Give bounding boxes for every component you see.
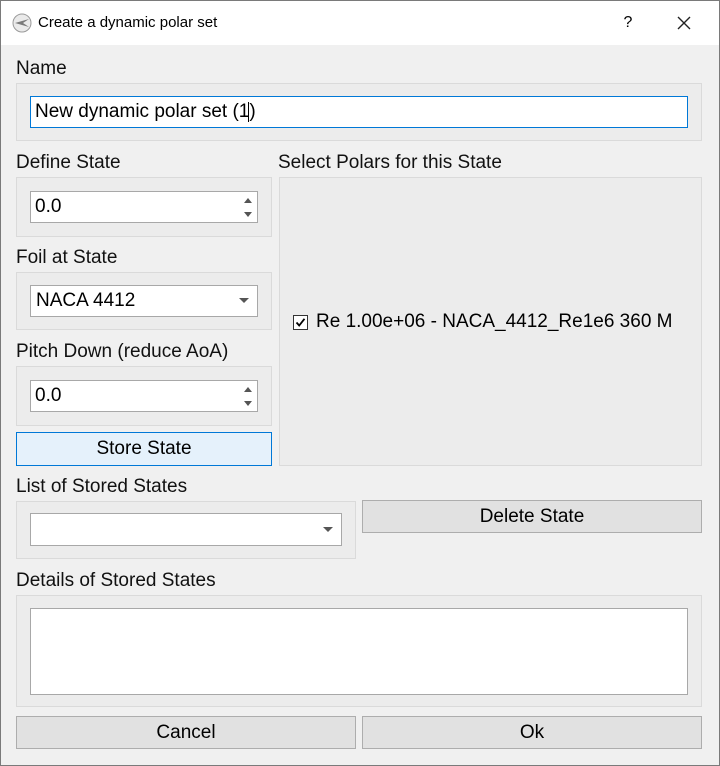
pitch-down-label: Pitch Down (reduce AoA) bbox=[16, 341, 229, 362]
select-polars-label: Select Polars for this State bbox=[278, 152, 502, 173]
foil-at-state-label: Foil at State bbox=[16, 247, 118, 268]
window-title: Create a dynamic polar set bbox=[38, 14, 218, 31]
chevron-down-icon bbox=[323, 526, 333, 532]
spin-up-icon bbox=[244, 386, 252, 392]
pitch-down-value: 0.0 bbox=[35, 385, 62, 406]
name-input-text-tail: ) bbox=[249, 101, 256, 122]
stored-states-label: List of Stored States bbox=[16, 476, 188, 497]
close-button[interactable] bbox=[669, 9, 699, 37]
ok-button[interactable]: Ok bbox=[362, 716, 702, 749]
spin-up-button[interactable] bbox=[240, 193, 256, 207]
spin-down-icon bbox=[244, 400, 252, 406]
define-state-spinbox[interactable]: 0.0 bbox=[30, 191, 258, 223]
details-textarea[interactable] bbox=[30, 608, 688, 695]
help-button[interactable]: ? bbox=[615, 9, 641, 37]
spin-up-button[interactable] bbox=[240, 382, 256, 396]
details-label: Details of Stored States bbox=[16, 570, 216, 591]
polar-checkbox[interactable] bbox=[293, 314, 308, 330]
define-state-spin-buttons bbox=[240, 193, 256, 221]
stored-states-select[interactable] bbox=[30, 513, 342, 546]
define-state-label: Define State bbox=[16, 152, 121, 173]
cancel-button[interactable]: Cancel bbox=[16, 716, 356, 749]
pitch-down-spin-buttons bbox=[240, 382, 256, 410]
pitch-down-spinbox[interactable]: 0.0 bbox=[30, 380, 258, 412]
name-label: Name bbox=[16, 58, 67, 79]
delete-state-button[interactable]: Delete State bbox=[362, 500, 702, 533]
foil-select[interactable]: NACA 4412 bbox=[30, 285, 258, 317]
define-state-value: 0.0 bbox=[35, 196, 62, 217]
close-icon bbox=[677, 16, 691, 30]
name-input[interactable]: New dynamic polar set (1) bbox=[30, 96, 688, 128]
dialog-window: Create a dynamic polar set ? Name New dy… bbox=[0, 0, 720, 766]
foil-select-value: NACA 4412 bbox=[36, 290, 136, 311]
app-icon bbox=[12, 13, 32, 33]
spin-up-icon bbox=[244, 197, 252, 203]
name-input-text: New dynamic polar set (1 bbox=[35, 101, 250, 122]
store-state-button[interactable]: Store State bbox=[16, 432, 272, 466]
checkmark-icon bbox=[295, 317, 306, 327]
chevron-down-icon bbox=[239, 298, 249, 303]
spin-down-button[interactable] bbox=[240, 396, 256, 410]
polar-list-item[interactable]: Re 1.00e+06 - NACA_4412_Re1e6 360 M bbox=[293, 311, 673, 333]
polar-item-label: Re 1.00e+06 - NACA_4412_Re1e6 360 M bbox=[316, 311, 673, 332]
spin-down-icon bbox=[244, 211, 252, 217]
title-bar: Create a dynamic polar set ? bbox=[1, 1, 719, 45]
spin-down-button[interactable] bbox=[240, 207, 256, 221]
